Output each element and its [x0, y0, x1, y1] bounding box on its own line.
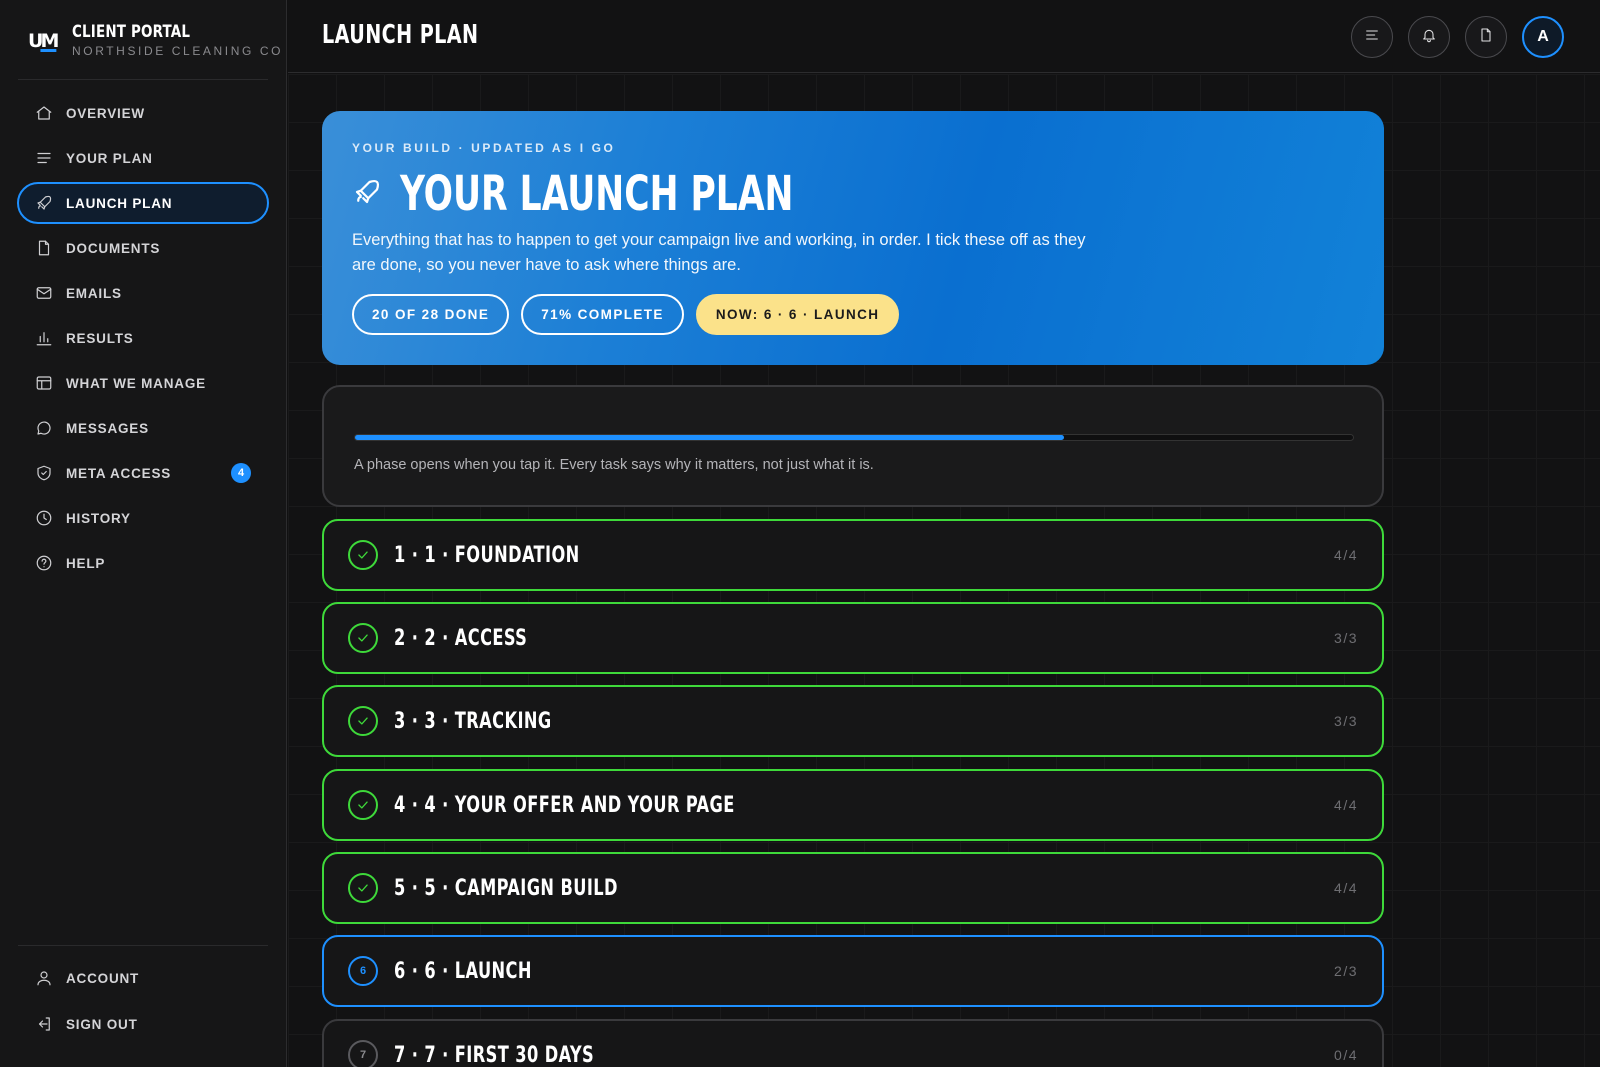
sidebar-item-label: LAUNCH PLAN	[66, 195, 173, 211]
sidebar-item-help[interactable]: HELP	[17, 542, 269, 584]
phase-campaign-build[interactable]: 5 · 5 · CAMPAIGN BUILD 4/4	[322, 852, 1384, 924]
notifications-button[interactable]	[1408, 16, 1450, 58]
brand-subtitle: NORTHSIDE CLEANING CO	[72, 44, 284, 58]
sidebar-item-what-we-manage[interactable]: WHAT WE MANAGE	[17, 362, 269, 404]
sidebar-item-label: YOUR PLAN	[66, 150, 153, 166]
brand[interactable]: UM CLIENT PORTAL NORTHSIDE CLEANING CO	[28, 20, 283, 60]
top-bar: LAUNCH PLAN A	[288, 0, 1600, 73]
phase-title: 2 · 2 · ACCESS	[394, 625, 528, 651]
phase-title: 4 · 4 · YOUR OFFER AND YOUR PAGE	[394, 792, 735, 818]
current-phase-pill[interactable]: NOW: 6 · 6 · LAUNCH	[695, 294, 900, 335]
help-icon	[35, 554, 53, 572]
phase-title: 5 · 5 · CAMPAIGN BUILD	[394, 875, 618, 901]
rocket-icon	[35, 194, 53, 212]
menu-button[interactable]	[1351, 16, 1393, 58]
sidebar-item-label: OVERVIEW	[66, 105, 145, 121]
sidebar-item-label: SIGN OUT	[66, 1016, 138, 1032]
launch-plan-hero: YOUR BUILD · UPDATED AS I GO YOUR LAUNCH…	[322, 111, 1384, 365]
document-icon	[35, 239, 53, 257]
clock-icon	[35, 509, 53, 527]
check-icon	[348, 540, 378, 570]
phase-count: 4/4	[1334, 880, 1358, 896]
divider	[18, 945, 268, 946]
document-icon	[1478, 27, 1494, 48]
sidebar-item-label: META ACCESS	[66, 465, 172, 481]
page-title: LAUNCH PLAN	[322, 20, 479, 50]
sidebar-item-launch-plan[interactable]: LAUNCH PLAN	[17, 182, 269, 224]
logo: UM	[28, 30, 59, 52]
sidebar-item-emails[interactable]: EMAILS	[17, 272, 269, 314]
menu-icon	[1364, 27, 1380, 48]
sidebar-item-label: MESSAGES	[66, 420, 149, 436]
phase-launch[interactable]: 6 6 · 6 · LAUNCH 2/3	[322, 935, 1384, 1007]
phase-title: 6 · 6 · LAUNCH	[394, 958, 532, 984]
phase-count: 4/4	[1334, 797, 1358, 813]
sidebar-nav: OVERVIEW YOUR PLAN LAUNCH PLAN DOCUMENTS…	[17, 92, 269, 587]
progress-bar-fill	[355, 435, 1064, 440]
phase-title: 7 · 7 · FIRST 30 DAYS	[394, 1042, 595, 1067]
percent-complete-pill: 71% COMPLETE	[521, 294, 684, 335]
sidebar-item-overview[interactable]: OVERVIEW	[17, 92, 269, 134]
hero-description: Everything that has to happen to get you…	[352, 231, 1086, 274]
check-icon	[348, 623, 378, 653]
progress-bar	[354, 434, 1354, 441]
sidebar-item-label: DOCUMENTS	[66, 240, 161, 256]
notification-badge: 4	[231, 463, 251, 483]
sidebar-item-label: WHAT WE MANAGE	[66, 375, 206, 391]
phase-number-marker: 6	[348, 956, 378, 986]
hero-kicker: YOUR BUILD · UPDATED AS I GO	[352, 141, 616, 155]
check-icon	[348, 706, 378, 736]
check-icon	[348, 873, 378, 903]
phase-access[interactable]: 2 · 2 · ACCESS 3/3	[322, 602, 1384, 674]
phase-number-marker: 7	[348, 1040, 378, 1067]
hero-title: YOUR LAUNCH PLAN	[400, 166, 794, 222]
mail-icon	[35, 284, 53, 302]
check-icon	[348, 790, 378, 820]
sidebar-item-account[interactable]: ACCOUNT	[17, 956, 269, 1000]
bell-icon	[1421, 27, 1437, 48]
phase-foundation[interactable]: 1 · 1 · FOUNDATION 4/4	[322, 519, 1384, 591]
sidebar-item-results[interactable]: RESULTS	[17, 317, 269, 359]
phase-first-30-days[interactable]: 7 7 · 7 · FIRST 30 DAYS 0/4	[322, 1019, 1384, 1067]
progress-note: A phase opens when you tap it. Every tas…	[354, 457, 874, 473]
sidebar-item-history[interactable]: HISTORY	[17, 497, 269, 539]
phase-title: 1 · 1 · FOUNDATION	[394, 542, 580, 568]
divider	[18, 79, 268, 80]
phase-count: 0/4	[1334, 1047, 1358, 1063]
shield-icon	[35, 464, 53, 482]
phase-tracking[interactable]: 3 · 3 · TRACKING 3/3	[322, 685, 1384, 757]
rocket-icon	[352, 177, 400, 212]
progress-card: A phase opens when you tap it. Every tas…	[322, 385, 1384, 507]
documents-button[interactable]	[1465, 16, 1507, 58]
sign-out-icon	[35, 1015, 53, 1033]
sidebar-item-label: HISTORY	[66, 510, 131, 526]
sidebar-item-label: EMAILS	[66, 285, 122, 301]
phase-count: 2/3	[1334, 963, 1358, 979]
sidebar-item-meta-access[interactable]: META ACCESS 4	[17, 452, 269, 494]
user-icon	[35, 969, 53, 987]
sidebar-item-messages[interactable]: MESSAGES	[17, 407, 269, 449]
avatar[interactable]: A	[1522, 16, 1564, 58]
home-icon	[35, 104, 53, 122]
layout-icon	[35, 374, 53, 392]
sidebar-item-sign-out[interactable]: SIGN OUT	[17, 1002, 269, 1046]
sidebar-item-label: HELP	[66, 555, 106, 571]
sidebar-item-documents[interactable]: DOCUMENTS	[17, 227, 269, 269]
phase-offer-and-page[interactable]: 4 · 4 · YOUR OFFER AND YOUR PAGE 4/4	[322, 769, 1384, 841]
phase-count: 4/4	[1334, 547, 1358, 563]
sidebar-bottom-nav: ACCOUNT SIGN OUT	[17, 956, 269, 1048]
phase-count: 3/3	[1334, 630, 1358, 646]
phase-count: 3/3	[1334, 713, 1358, 729]
sidebar-item-label: RESULTS	[66, 330, 134, 346]
phase-title: 3 · 3 · TRACKING	[394, 708, 552, 734]
tasks-done-pill: 20 OF 28 DONE	[352, 294, 510, 335]
brand-title: CLIENT PORTAL	[72, 22, 191, 42]
main-content: YOUR BUILD · UPDATED AS I GO YOUR LAUNCH…	[288, 74, 1600, 1067]
sidebar-item-your-plan[interactable]: YOUR PLAN	[17, 137, 269, 179]
sidebar: UM CLIENT PORTAL NORTHSIDE CLEANING CO O…	[0, 0, 287, 1067]
list-icon	[35, 149, 53, 167]
bar-chart-icon	[35, 329, 53, 347]
sidebar-item-label: ACCOUNT	[66, 970, 140, 986]
chat-icon	[35, 419, 53, 437]
